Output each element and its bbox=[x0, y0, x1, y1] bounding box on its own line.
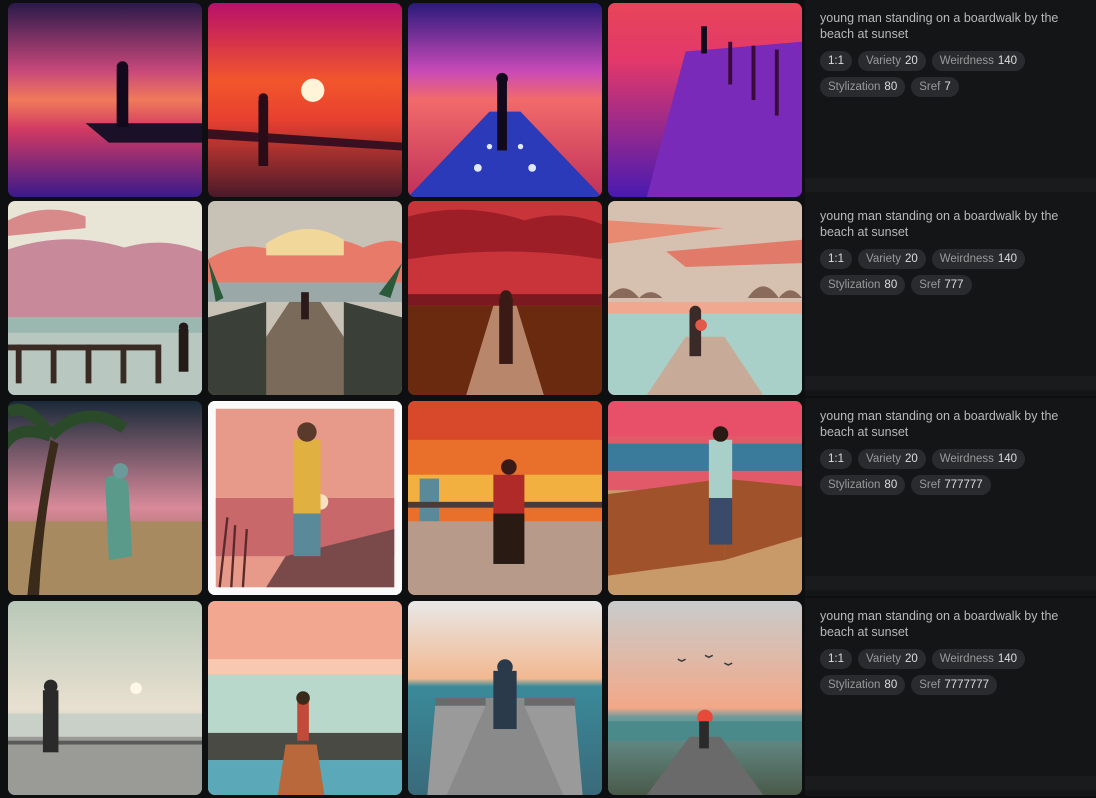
generation-info: young man standing on a boardwalk by the… bbox=[820, 10, 1080, 97]
generated-image[interactable] bbox=[8, 3, 202, 197]
generated-image[interactable] bbox=[8, 601, 202, 795]
sref-chip[interactable]: Sref 777 bbox=[911, 275, 972, 295]
row-divider bbox=[805, 178, 1096, 192]
generated-image[interactable] bbox=[208, 401, 402, 595]
chip-key: Variety bbox=[866, 453, 901, 465]
chip-key: Weirdness bbox=[939, 653, 994, 665]
chip-key: Weirdness bbox=[939, 55, 994, 67]
weirdness-chip[interactable]: Weirdness 140 bbox=[931, 51, 1026, 71]
prompt-text[interactable]: young man standing on a boardwalk by the… bbox=[820, 408, 1080, 440]
row-divider bbox=[805, 776, 1096, 790]
chip-key: Weirdness bbox=[939, 253, 994, 265]
generated-image[interactable] bbox=[408, 601, 602, 795]
generation-info: young man standing on a boardwalk by the… bbox=[820, 408, 1080, 495]
chip-value: 140 bbox=[997, 653, 1018, 665]
chip-value: 80 bbox=[884, 279, 898, 291]
parameter-chips: 1:1 Variety 20 Weirdness 140 Stylization 80… bbox=[820, 249, 1070, 295]
chip-key: Stylization bbox=[828, 679, 881, 691]
chip-key: Stylization bbox=[828, 279, 881, 291]
weirdness-chip[interactable]: Weirdness 140 bbox=[931, 449, 1026, 469]
generation-row: young man standing on a boardwalk by the… bbox=[0, 198, 1096, 398]
chip-key: Stylization bbox=[828, 81, 881, 93]
generation-row: young man standing on a boardwalk by the… bbox=[0, 598, 1096, 798]
chip-value: 777777 bbox=[944, 479, 983, 491]
row-divider bbox=[805, 576, 1096, 590]
weirdness-chip[interactable]: Weirdness 140 bbox=[931, 649, 1026, 669]
generated-image[interactable] bbox=[8, 201, 202, 395]
chip-value: 1:1 bbox=[828, 253, 844, 265]
chip-value: 1:1 bbox=[828, 653, 844, 665]
chip-value: 20 bbox=[904, 653, 918, 665]
chip-value: 80 bbox=[884, 81, 898, 93]
chip-value: 140 bbox=[997, 253, 1018, 265]
parameter-chips: 1:1 Variety 20 Weirdness 140 Stylization 80… bbox=[820, 649, 1070, 695]
chip-key: Stylization bbox=[828, 479, 881, 491]
aspect-ratio-chip[interactable]: 1:1 bbox=[820, 449, 852, 469]
chip-key: Weirdness bbox=[939, 453, 994, 465]
generation-row: young man standing on a boardwalk by the… bbox=[0, 0, 1096, 200]
chip-value: 1:1 bbox=[828, 453, 844, 465]
variety-chip[interactable]: Variety 20 bbox=[858, 51, 926, 71]
sref-chip[interactable]: Sref 7777777 bbox=[911, 675, 998, 695]
chip-value: 140 bbox=[997, 55, 1018, 67]
row-divider bbox=[805, 376, 1096, 390]
aspect-ratio-chip[interactable]: 1:1 bbox=[820, 649, 852, 669]
image-feed: young man standing on a boardwalk by the… bbox=[0, 0, 1096, 798]
generated-image[interactable] bbox=[408, 201, 602, 395]
aspect-ratio-chip[interactable]: 1:1 bbox=[820, 51, 852, 71]
chip-value: 20 bbox=[904, 453, 918, 465]
chip-value: 20 bbox=[904, 253, 918, 265]
generated-image[interactable] bbox=[208, 201, 402, 395]
chip-value: 140 bbox=[997, 453, 1018, 465]
variety-chip[interactable]: Variety 20 bbox=[858, 449, 926, 469]
generation-row: young man standing on a boardwalk by the… bbox=[0, 398, 1096, 598]
generated-image[interactable] bbox=[608, 3, 802, 197]
chip-value: 80 bbox=[884, 679, 898, 691]
stylization-chip[interactable]: Stylization 80 bbox=[820, 475, 906, 495]
generated-image[interactable] bbox=[608, 601, 802, 795]
prompt-text[interactable]: young man standing on a boardwalk by the… bbox=[820, 608, 1080, 640]
variety-chip[interactable]: Variety 20 bbox=[858, 249, 926, 269]
generated-image[interactable] bbox=[208, 601, 402, 795]
chip-key: Variety bbox=[866, 253, 901, 265]
stylization-chip[interactable]: Stylization 80 bbox=[820, 675, 906, 695]
generated-image[interactable] bbox=[8, 401, 202, 595]
generated-image[interactable] bbox=[408, 3, 602, 197]
sref-chip[interactable]: Sref 7 bbox=[911, 77, 959, 97]
stylization-chip[interactable]: Stylization 80 bbox=[820, 77, 906, 97]
chip-value: 20 bbox=[904, 55, 918, 67]
chip-value: 80 bbox=[884, 479, 898, 491]
aspect-ratio-chip[interactable]: 1:1 bbox=[820, 249, 852, 269]
generated-image[interactable] bbox=[208, 3, 402, 197]
sref-chip[interactable]: Sref 777777 bbox=[911, 475, 991, 495]
generated-image[interactable] bbox=[608, 401, 802, 595]
chip-key: Variety bbox=[866, 55, 901, 67]
chip-value: 1:1 bbox=[828, 55, 844, 67]
parameter-chips: 1:1 Variety 20 Weirdness 140 Stylization 80… bbox=[820, 449, 1070, 495]
generation-info: young man standing on a boardwalk by the… bbox=[820, 208, 1080, 295]
variety-chip[interactable]: Variety 20 bbox=[858, 649, 926, 669]
chip-key: Sref bbox=[919, 279, 941, 291]
chip-value: 7 bbox=[944, 81, 951, 93]
chip-key: Sref bbox=[919, 81, 941, 93]
generated-image[interactable] bbox=[408, 401, 602, 595]
stylization-chip[interactable]: Stylization 80 bbox=[820, 275, 906, 295]
prompt-text[interactable]: young man standing on a boardwalk by the… bbox=[820, 208, 1080, 240]
chip-value: 7777777 bbox=[944, 679, 990, 691]
prompt-text[interactable]: young man standing on a boardwalk by the… bbox=[820, 10, 1080, 42]
generated-image[interactable] bbox=[608, 201, 802, 395]
chip-key: Sref bbox=[919, 479, 941, 491]
chip-value: 777 bbox=[944, 279, 964, 291]
parameter-chips: 1:1 Variety 20 Weirdness 140 Stylization 80… bbox=[820, 51, 1070, 97]
chip-key: Variety bbox=[866, 653, 901, 665]
weirdness-chip[interactable]: Weirdness 140 bbox=[931, 249, 1026, 269]
generation-info: young man standing on a boardwalk by the… bbox=[820, 608, 1080, 695]
chip-key: Sref bbox=[919, 679, 941, 691]
